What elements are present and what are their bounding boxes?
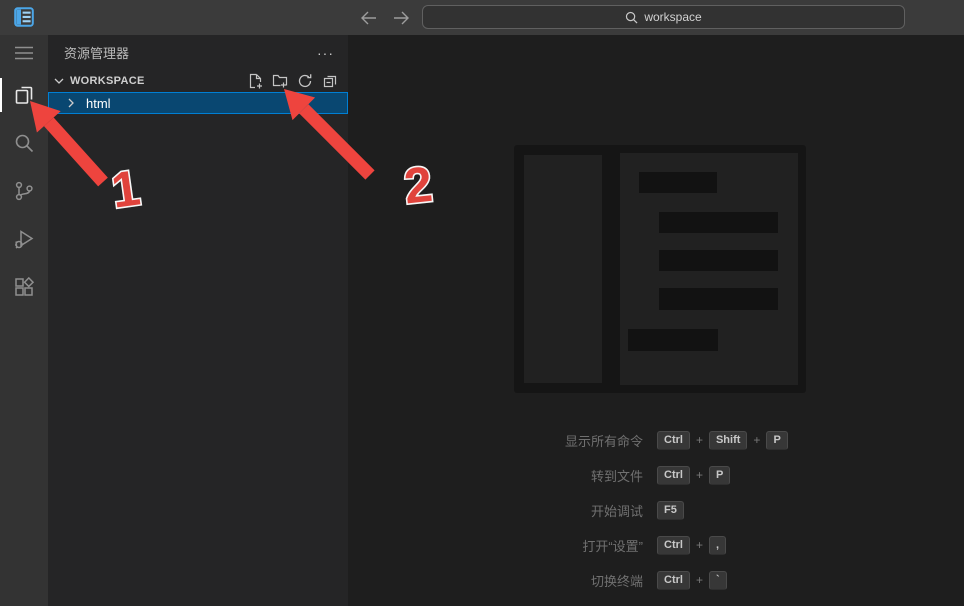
key-separator: + (753, 433, 761, 447)
shortcut-label: 显示所有命令 (564, 433, 643, 449)
back-icon[interactable] (358, 8, 378, 28)
editor-area: 显示所有命令 Ctrl + Shift + P 转到文件 Ctrl + P 开始调试 F5 打开“设置”… (348, 35, 964, 606)
vscode-window: { "colors": { "titlebar": "#3b3b3b", "ac… (0, 0, 964, 606)
shortcut-row: 转到文件 Ctrl + P (348, 464, 964, 486)
watermark-sidebar-panel (524, 155, 602, 383)
watermark-editor-panel (620, 153, 798, 385)
keycap: F5 (657, 500, 684, 520)
shortcut-keys: Ctrl + Shift + P (657, 430, 788, 450)
tree-item-label: html (86, 95, 111, 111)
keycap: Ctrl (657, 535, 690, 555)
shortcut-keys: Ctrl +, (657, 535, 727, 555)
sidebar-item-search[interactable] (0, 119, 48, 167)
watermark-bar (628, 329, 718, 351)
activity-bar (0, 35, 48, 606)
shortcut-keys: Ctrl + P (657, 465, 731, 485)
files-icon (12, 83, 36, 107)
shortcut-keys: Ctrl + ` (657, 570, 727, 590)
extensions-icon (12, 275, 36, 299)
tree-item-html-folder[interactable]: html (48, 92, 348, 114)
app-logo-icon (14, 7, 34, 27)
source-control-icon (12, 179, 36, 203)
chevron-down-icon (51, 73, 67, 89)
history-navigation (358, 0, 411, 35)
shortcut-label: 切换终端 (590, 573, 643, 589)
sidebar-title: 资源管理器 (64, 46, 130, 61)
key-separator: + (695, 433, 703, 447)
editor-watermark (514, 145, 806, 393)
sidebar-item-extensions[interactable] (0, 263, 48, 311)
keycap: Ctrl (657, 570, 690, 590)
sidebar-item-source-control[interactable] (0, 167, 48, 215)
keycap: Shift (708, 430, 748, 450)
keycap: ` (708, 570, 727, 590)
watermark-bar (639, 172, 717, 193)
sidebar-item-run-debug[interactable] (0, 215, 48, 263)
chevron-right-icon (63, 95, 79, 111)
workspace-actions (247, 73, 338, 89)
keycap: Ctrl (657, 430, 690, 450)
keycap: , (708, 535, 727, 555)
new-file-button[interactable] (247, 73, 263, 89)
search-icon (625, 11, 638, 24)
forward-icon[interactable] (391, 8, 411, 28)
shortcut-label: 开始调试 (590, 503, 643, 519)
watermark-bar (659, 288, 778, 310)
key-separator: + (695, 538, 703, 552)
shortcut-keys: F5 (657, 500, 684, 520)
watermark-bar (659, 212, 778, 233)
sidebar-item-explorer[interactable] (0, 71, 48, 119)
shortcut-list: 显示所有命令 Ctrl + Shift + P 转到文件 Ctrl + P 开始调试 F5 打开“设置”… (348, 429, 964, 591)
keycap: Ctrl (657, 465, 690, 485)
shortcut-row: 显示所有命令 Ctrl + Shift + P (348, 429, 964, 451)
watermark-bar (659, 250, 778, 271)
new-folder-button[interactable] (272, 73, 288, 89)
sidebar-header: 资源管理器 ··· (48, 35, 348, 70)
search-icon (12, 131, 36, 155)
keycap: P (708, 465, 731, 485)
title-bar: workspace (0, 0, 964, 35)
command-center-text: workspace (644, 10, 702, 24)
run-debug-icon (12, 227, 36, 251)
refresh-button[interactable] (297, 73, 313, 89)
shortcut-row: 打开“设置” Ctrl +, (348, 534, 964, 556)
collapse-folders-button[interactable] (322, 73, 338, 89)
shortcut-label: 转到文件 (590, 468, 643, 484)
command-center-search[interactable]: workspace (422, 5, 905, 29)
shortcut-row: 切换终端 Ctrl + ` (348, 569, 964, 591)
workspace-section-label: WORKSPACE (70, 75, 145, 87)
keycap: P (766, 430, 788, 450)
key-separator: + (695, 468, 703, 482)
workspace-section-header[interactable]: WORKSPACE (48, 70, 348, 92)
explorer-sidebar: 资源管理器 ··· WORKSPACE html (48, 35, 348, 606)
shortcut-row: 开始调试 F5 (348, 499, 964, 521)
key-separator: + (695, 573, 703, 587)
more-actions-icon[interactable]: ··· (317, 46, 334, 60)
menu-icon[interactable] (0, 35, 48, 71)
shortcut-label: 打开“设置” (582, 538, 643, 554)
